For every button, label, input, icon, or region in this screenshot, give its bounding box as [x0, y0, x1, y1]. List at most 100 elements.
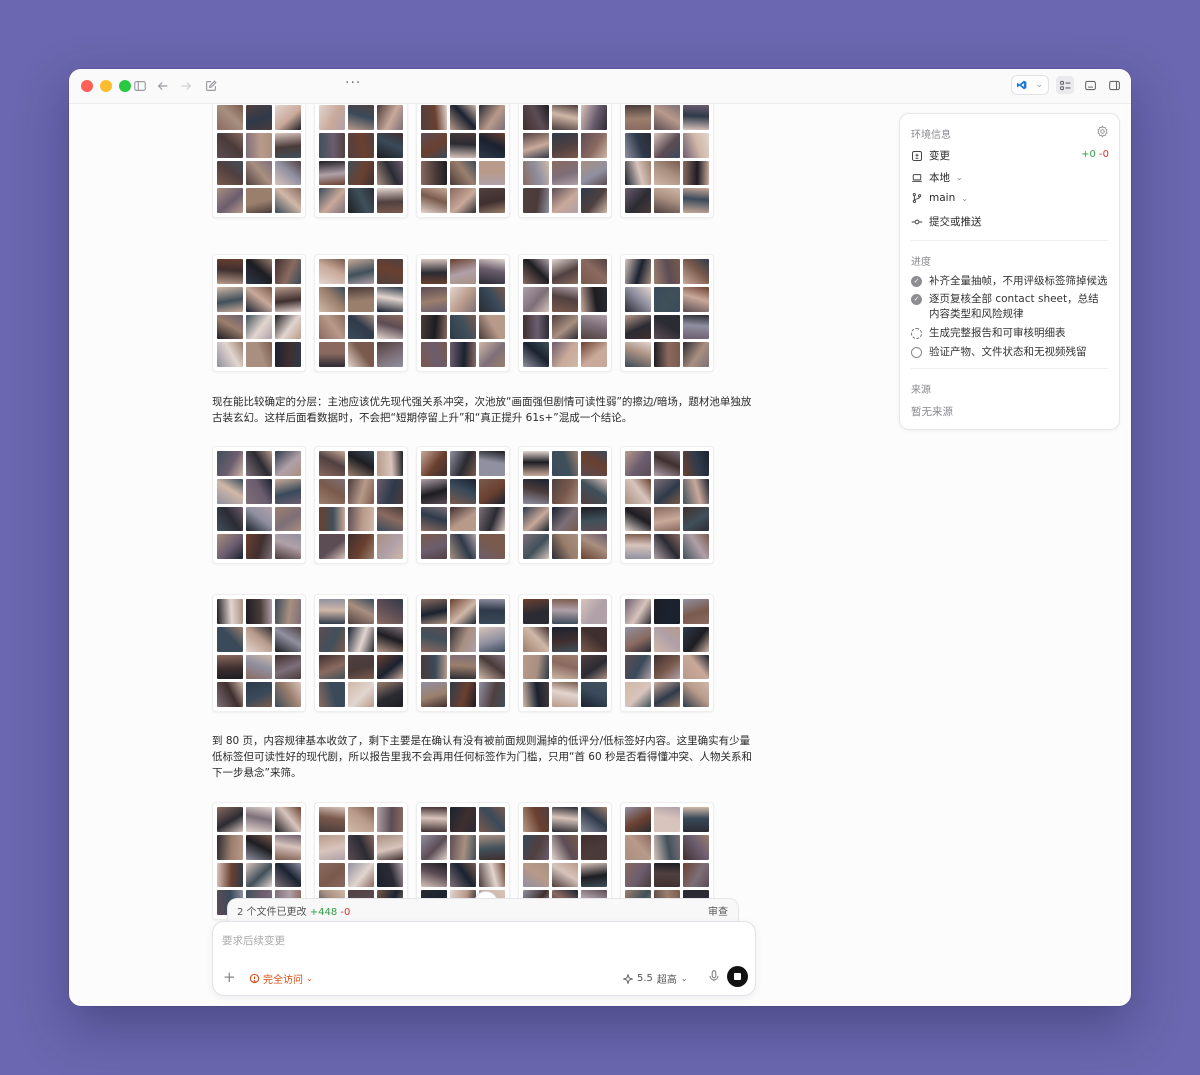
frame-thumbnail: [275, 314, 301, 340]
frame-thumbnail: [523, 188, 549, 213]
changed-files-label: 2 个文件已更改: [237, 907, 307, 918]
gear-icon[interactable]: [1096, 125, 1109, 138]
frame-thumbnail: [348, 654, 374, 680]
frame-thumbnail: [552, 834, 578, 860]
frame-thumbnail: [552, 807, 578, 832]
model-version: 5.5: [637, 973, 653, 984]
contact-sheet-image[interactable]: [416, 594, 510, 712]
contact-sheet-image[interactable]: [416, 446, 510, 564]
composer-input[interactable]: 要求后续变更: [222, 933, 285, 948]
frame-thumbnail: [523, 259, 549, 284]
contact-sheet-image[interactable]: [416, 254, 510, 372]
location-dropdown[interactable]: 本地 ⌄: [911, 170, 963, 185]
frame-thumbnail: [479, 451, 505, 476]
frame-thumbnail: [377, 654, 403, 680]
frame-thumbnail: [552, 342, 578, 367]
contact-sheet-image[interactable]: [416, 104, 510, 218]
contact-sheet-image[interactable]: [518, 446, 612, 564]
model-selector[interactable]: 5.5 超高 ⌄: [623, 971, 688, 986]
frame-thumbnail: [683, 506, 709, 532]
contact-sheet-image[interactable]: [212, 594, 306, 712]
vscode-icon: [1017, 80, 1027, 90]
frame-thumbnail: [348, 342, 374, 367]
frame-thumbnail: [450, 534, 476, 559]
chevron-down-icon: ⌄: [1035, 80, 1043, 90]
frame-thumbnail: [581, 626, 607, 652]
frame-thumbnail: [479, 132, 505, 158]
diff-removed: -0: [1099, 149, 1109, 160]
frame-thumbnail: [377, 807, 403, 832]
contact-sheet-image[interactable]: [314, 254, 408, 372]
branch-dropdown[interactable]: main ⌄: [911, 192, 968, 204]
frame-thumbnail: [377, 314, 403, 340]
frame-thumbnail: [246, 105, 272, 130]
add-attachment-button[interactable]: +: [223, 968, 236, 986]
task-label: 生成完整报告和可审核明细表: [929, 327, 1066, 339]
frame-thumbnail: [654, 807, 680, 832]
frame-thumbnail: [625, 188, 651, 213]
contact-sheet-image[interactable]: [212, 104, 306, 218]
changes-diff-stat: +0 -0: [1081, 149, 1109, 160]
commit-push-label: 提交或推送: [929, 216, 982, 228]
frame-thumbnail: [348, 478, 374, 504]
changes-label: 变更: [929, 150, 950, 162]
contact-sheet-image[interactable]: [518, 254, 612, 372]
contact-sheet-image[interactable]: [212, 446, 306, 564]
frame-thumbnail: [450, 314, 476, 340]
contact-sheet-image[interactable]: [620, 594, 714, 712]
contact-sheet-image[interactable]: [518, 594, 612, 712]
frame-thumbnail: [683, 286, 709, 312]
frame-thumbnail: [654, 314, 680, 340]
title-bar: ··· ⌄: [69, 69, 1131, 104]
right-sidebar-toggle-icon[interactable]: [1105, 76, 1123, 94]
open-in-editor-button[interactable]: ⌄: [1011, 75, 1049, 95]
frame-thumbnail: [450, 862, 476, 888]
sources-empty-label: 暂无来源: [911, 406, 953, 418]
contact-sheet-image[interactable]: [212, 254, 306, 372]
diff-added: +0: [1081, 149, 1096, 160]
forward-arrow-icon[interactable]: [178, 78, 194, 94]
frame-thumbnail: [377, 286, 403, 312]
frame-thumbnail: [275, 834, 301, 860]
close-window-button[interactable]: [81, 80, 93, 92]
composer[interactable]: 要求后续变更 + 完全访问 ⌄ 5.5 超高 ⌄: [212, 921, 756, 996]
frame-thumbnail: [421, 654, 447, 680]
terminal-panel-icon[interactable]: [1081, 76, 1099, 94]
contact-sheet-row: [212, 446, 714, 564]
frame-thumbnail: [683, 626, 709, 652]
contact-sheet-image[interactable]: [314, 594, 408, 712]
back-arrow-icon[interactable]: [155, 78, 171, 94]
file-changes-bar[interactable]: 2 个文件已更改 +448 -0 审查: [227, 898, 739, 922]
more-options-button[interactable]: ···: [345, 75, 361, 91]
access-mode-dropdown[interactable]: 完全访问 ⌄: [249, 971, 313, 986]
frame-thumbnail: [625, 506, 651, 532]
contact-sheet-image[interactable]: [314, 104, 408, 218]
frame-thumbnail: [275, 188, 301, 213]
frame-thumbnail: [581, 105, 607, 130]
contact-sheet-image[interactable]: [314, 446, 408, 564]
frame-thumbnail: [450, 478, 476, 504]
frame-thumbnail: [450, 451, 476, 476]
frame-thumbnail: [654, 478, 680, 504]
sidebar-toggle-icon[interactable]: [132, 78, 148, 94]
review-button[interactable]: 审查: [708, 903, 728, 918]
frame-thumbnail: [319, 342, 345, 367]
stop-generation-button[interactable]: [727, 966, 748, 987]
contact-sheet-image[interactable]: [620, 104, 714, 218]
minimize-window-button[interactable]: [100, 80, 112, 92]
contact-sheet-image[interactable]: [620, 446, 714, 564]
new-chat-edit-icon[interactable]: [203, 78, 219, 94]
changes-row[interactable]: 变更: [911, 148, 950, 163]
checklist-panel-icon[interactable]: [1056, 76, 1074, 94]
contact-sheet-image[interactable]: [620, 254, 714, 372]
commit-push-button[interactable]: 提交或推送: [911, 214, 982, 229]
frame-thumbnail: [421, 478, 447, 504]
zoom-window-button[interactable]: [119, 80, 131, 92]
frame-thumbnail: [421, 506, 447, 532]
frame-thumbnail: [581, 834, 607, 860]
microphone-icon[interactable]: [707, 969, 721, 983]
frame-thumbnail: [552, 862, 578, 888]
frame-thumbnail: [348, 682, 374, 707]
frame-thumbnail: [348, 105, 374, 130]
contact-sheet-image[interactable]: [518, 104, 612, 218]
